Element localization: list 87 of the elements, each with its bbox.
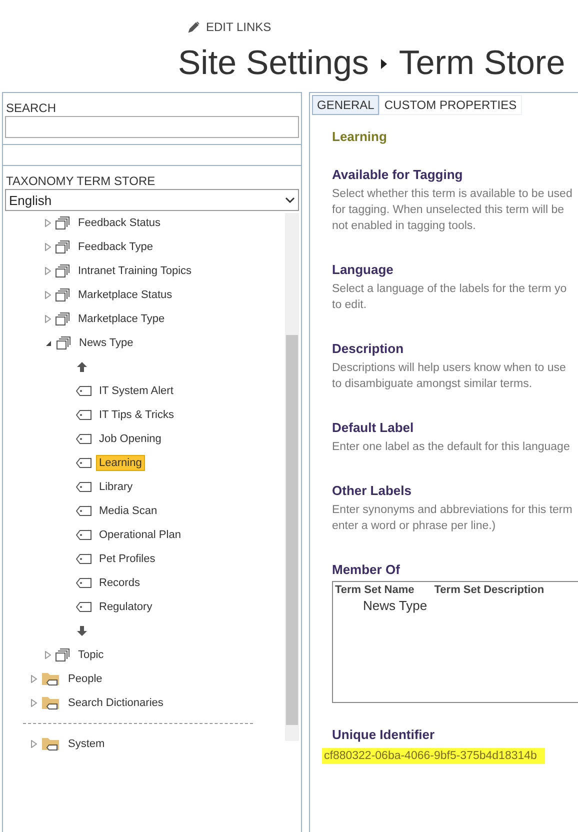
- tree-item[interactable]: Marketplace Type: [75, 311, 168, 327]
- expand-arrow-icon[interactable]: [31, 675, 37, 683]
- tag-icon: [76, 506, 92, 516]
- section-description: to edit.: [332, 298, 368, 313]
- tree-item[interactable]: Media Scan: [96, 503, 160, 519]
- folder-icon: [41, 671, 61, 687]
- table-cell-text: News Type: [362, 598, 428, 613]
- tab[interactable]: GENERAL: [312, 95, 380, 115]
- breadcrumb-arrow-icon: [380, 58, 387, 68]
- section-heading: Other Labels: [332, 483, 412, 498]
- section-description: for tagging. When unselected this term will be: [332, 203, 566, 218]
- term-set-icon: [55, 240, 71, 254]
- section-heading: Unique Identifier: [332, 727, 436, 742]
- tree-item[interactable]: IT Tips & Tricks: [96, 407, 177, 423]
- tree-item[interactable]: People: [65, 671, 106, 687]
- term-set-icon: [55, 288, 71, 302]
- tag-icon: [76, 434, 92, 444]
- column-header: Term Set Name: [335, 584, 414, 596]
- expand-arrow-icon[interactable]: [45, 651, 51, 659]
- tree-item[interactable]: System: [65, 736, 108, 752]
- term-set-icon: [56, 336, 72, 350]
- collapse-arrow-icon[interactable]: [45, 340, 52, 346]
- folder-icon: [41, 695, 61, 711]
- section-description: not enabled in tagging tools.: [332, 219, 477, 234]
- term-set-icon: [55, 312, 71, 326]
- folder-icon: [41, 736, 61, 752]
- tag-icon: [76, 554, 92, 564]
- term-set-icon: [55, 264, 71, 278]
- section-description: enter a word or phrase per line.): [332, 519, 497, 534]
- expand-arrow-icon[interactable]: [31, 699, 37, 707]
- tab[interactable]: CUSTOM PROPERTIES: [379, 95, 522, 115]
- tree-item[interactable]: Learning: [96, 455, 145, 471]
- section-description: Select whether this term is available to be used: [332, 187, 574, 202]
- identifier-value: cf880322-06ba-4066-9bf5-375b4d18314b: [322, 748, 545, 764]
- tree-item[interactable]: Feedback Type: [75, 239, 156, 255]
- section-heading: Available for Tagging: [332, 167, 464, 182]
- tree-item[interactable]: Search Dictionaries: [65, 695, 166, 711]
- tree-item[interactable]: Marketplace Status: [75, 287, 176, 303]
- term-title: Learning: [332, 129, 388, 144]
- tree-item[interactable]: Regulatory: [96, 599, 156, 615]
- search-label: SEARCH: [5, 100, 58, 115]
- section-description: Enter one label as the default for this language: [332, 440, 571, 455]
- arrow-up-icon[interactable]: [77, 362, 87, 372]
- tag-icon: [76, 482, 92, 492]
- arrow-down-icon[interactable]: [77, 626, 87, 636]
- tag-icon: [76, 410, 92, 420]
- breadcrumb-text[interactable]: Site Settings: [178, 44, 369, 83]
- expand-arrow-icon[interactable]: [45, 267, 51, 275]
- search-field[interactable]: [5, 116, 299, 138]
- taxonomy-label: TAXONOMY TERM STORE: [5, 173, 156, 188]
- tag-icon: [76, 386, 92, 396]
- chevron-down-icon: [285, 197, 295, 203]
- expand-arrow-icon[interactable]: [31, 740, 37, 748]
- tree-item[interactable]: IT System Alert: [96, 383, 176, 399]
- tag-icon: [76, 578, 92, 588]
- section-description: to disambiguate amongst similar terms.: [332, 377, 534, 392]
- tag-icon: [76, 458, 92, 468]
- tree-item[interactable]: Library: [96, 479, 136, 495]
- tag-icon: [76, 530, 92, 540]
- section-description: Descriptions will help users know when to use: [332, 361, 567, 376]
- tree-item[interactable]: Operational Plan: [96, 527, 184, 543]
- pencil-icon: [188, 21, 200, 33]
- breadcrumb-text: Term Store: [398, 44, 566, 83]
- tree-item[interactable]: Topic: [75, 647, 107, 663]
- expand-arrow-icon[interactable]: [45, 315, 51, 323]
- section-description: Select a language of the labels for the term yo: [332, 282, 568, 297]
- tree-item[interactable]: Intranet Training Topics: [75, 263, 195, 279]
- expand-arrow-icon[interactable]: [45, 219, 51, 227]
- expand-arrow-icon[interactable]: [45, 243, 51, 251]
- tree-item[interactable]: News Type: [76, 335, 136, 351]
- section-heading: Member Of: [332, 562, 401, 577]
- language-dropdown[interactable]: English: [5, 189, 299, 211]
- tree-item[interactable]: Job Opening: [96, 431, 164, 447]
- tree-item[interactable]: Pet Profiles: [96, 551, 158, 567]
- section-heading: Description: [332, 341, 405, 356]
- term-set-icon: [55, 648, 71, 662]
- term-set-icon: [55, 216, 71, 230]
- scrollbar[interactable]: [285, 213, 299, 741]
- tree-item[interactable]: Feedback Status: [75, 215, 164, 231]
- expand-arrow-icon[interactable]: [45, 291, 51, 299]
- tree-item[interactable]: Records: [96, 575, 143, 591]
- section-heading: Default Label: [332, 420, 415, 435]
- section-description: Enter synonyms and abbreviations for this term: [332, 503, 574, 518]
- tag-icon: [76, 602, 92, 612]
- edit-links-link[interactable]: EDIT LINKS: [188, 20, 272, 34]
- column-header: Term Set Description: [434, 584, 544, 596]
- section-heading: Language: [332, 262, 394, 277]
